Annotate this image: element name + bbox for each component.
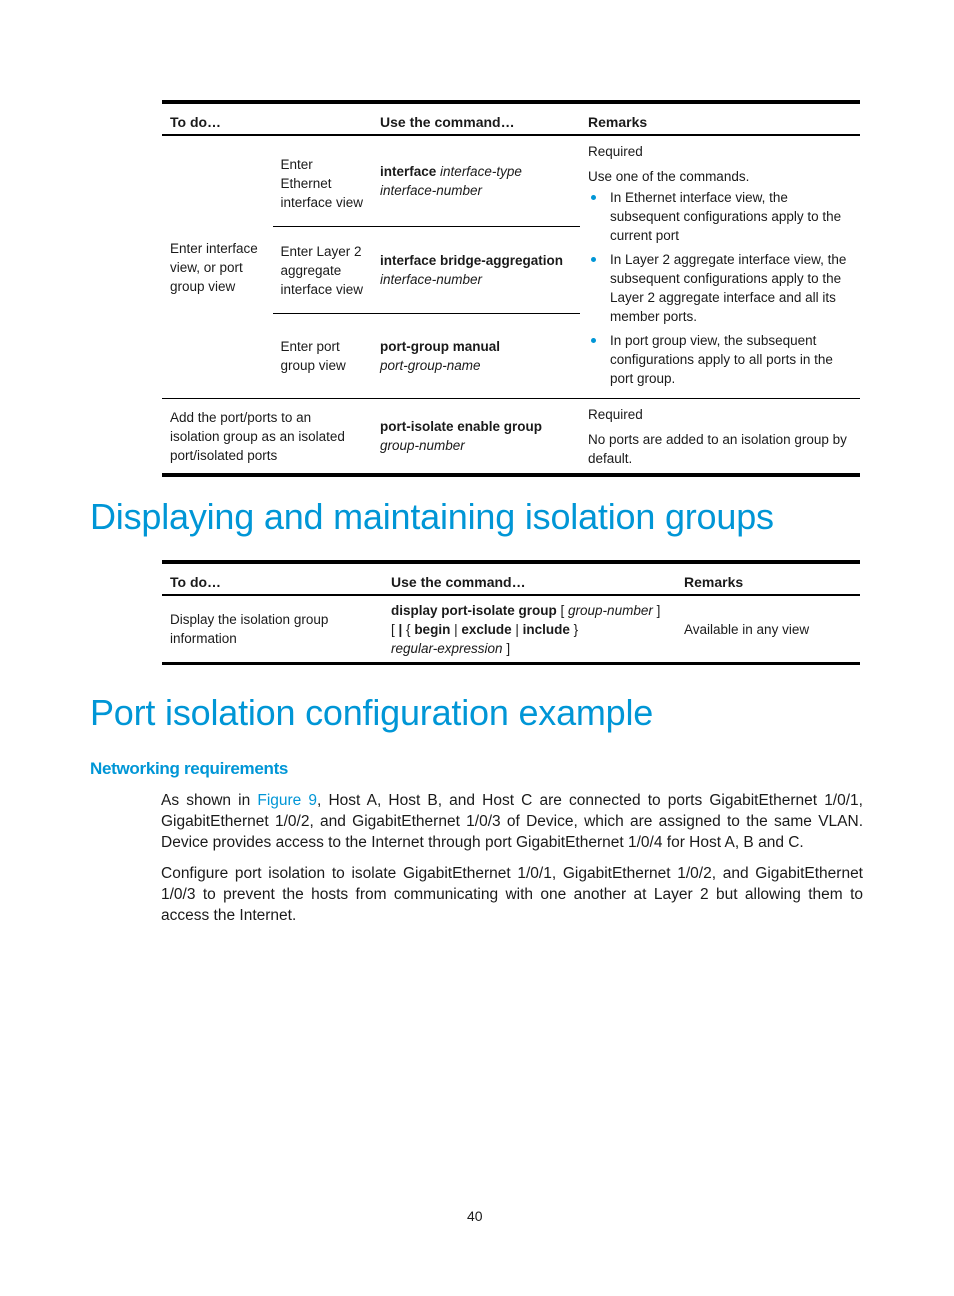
command-syntax: [ xyxy=(391,621,399,637)
group-task-cell: Enter interface view, or port group view xyxy=(170,240,258,294)
remarks-bullet: In Ethernet interface view, the subseque… xyxy=(591,188,852,245)
table-row: Add the port/ports to an isolation group… xyxy=(162,399,860,476)
command-argument: interface-type xyxy=(440,164,522,179)
remarks-cell: Available in any view xyxy=(684,621,810,637)
task-cell: Display the isolation group information xyxy=(170,612,329,646)
remarks-bullet: In Layer 2 aggregate interface view, the… xyxy=(591,250,852,326)
command-syntax: } xyxy=(569,621,579,637)
command-cell: interface interface-type interface-numbe… xyxy=(372,135,580,227)
remarks-required: Required xyxy=(588,406,643,422)
remarks-note: No ports are added to an isolation group… xyxy=(588,431,847,466)
configuration-table: To do… Use the command… Remarks Enter in… xyxy=(162,100,860,477)
command-syntax: | xyxy=(450,621,462,637)
paragraph-configure: Configure port isolation to isolate Giga… xyxy=(161,865,863,924)
command-cell: port-group manual port-group-name xyxy=(372,314,580,399)
command-argument: group-number xyxy=(380,438,465,453)
command-argument: interface-number xyxy=(380,183,483,198)
command-syntax: ] xyxy=(652,602,661,618)
header-todo: To do… xyxy=(170,574,222,590)
header-todo: To do… xyxy=(170,114,222,130)
command-cell: display port-isolate group [ group-numbe… xyxy=(383,595,676,664)
task-cell: Enter Layer 2 aggregate interface view xyxy=(272,226,372,314)
section-heading-display: Displaying and maintaining isolation gro… xyxy=(90,496,774,537)
header-remarks: Remarks xyxy=(588,114,648,130)
paragraph-text: As shown in xyxy=(161,792,258,809)
command-argument: group-number xyxy=(568,602,653,618)
command-argument: regular-expression xyxy=(391,640,503,656)
command-cell: interface bridge-aggregation interface-n… xyxy=(372,226,580,314)
page-number: 40 xyxy=(467,1208,483,1224)
command-argument: interface-number xyxy=(380,272,483,287)
command-keyword: interface xyxy=(380,164,437,179)
command-cell: port-isolate enable group group-number xyxy=(372,399,580,476)
figure-link[interactable]: Figure 9 xyxy=(257,792,317,809)
header-command: Use the command… xyxy=(380,114,515,130)
remarks-bullet-list: In Ethernet interface view, the subseque… xyxy=(588,188,852,388)
display-commands-table: To do… Use the command… Remarks Display … xyxy=(162,560,860,665)
remarks-required: Required xyxy=(588,144,643,159)
header-remarks: Remarks xyxy=(684,574,744,590)
command-syntax: | xyxy=(511,621,523,637)
header-command: Use the command… xyxy=(391,574,526,590)
remarks-note: Use one of the commands. xyxy=(588,169,750,184)
command-keyword: exclude xyxy=(461,621,512,637)
table-row: Display the isolation group information … xyxy=(162,595,860,664)
command-keyword: include xyxy=(522,621,570,637)
remarks-cell: Required Use one of the commands. In Eth… xyxy=(580,135,860,399)
remarks-bullet: In port group view, the subsequent confi… xyxy=(591,331,852,388)
command-keyword: begin xyxy=(414,621,451,637)
task-cell: Enter port group view xyxy=(280,339,346,373)
command-keyword: port-group manual xyxy=(380,339,500,354)
section-heading-example: Port isolation configuration example xyxy=(90,692,654,733)
task-cell: Enter Ethernet interface view xyxy=(272,135,372,227)
remarks-cell: Required No ports are added to an isolat… xyxy=(580,399,860,476)
command-syntax: ] xyxy=(502,640,511,656)
paragraph-networking: As shown in Figure 9, Host A, Host B, an… xyxy=(161,790,863,853)
command-syntax: [ xyxy=(556,602,569,618)
subsection-heading: Networking requirements xyxy=(90,759,289,778)
command-argument: port-group-name xyxy=(380,358,481,373)
command-keyword: display port-isolate group xyxy=(391,602,557,618)
task-cell: Add the port/ports to an isolation group… xyxy=(170,409,345,463)
command-syntax: { xyxy=(402,621,415,637)
table-row: Enter interface view, or port group view… xyxy=(162,135,860,386)
command-keyword: interface bridge-aggregation xyxy=(380,253,564,268)
command-keyword: port-isolate enable group xyxy=(380,419,543,434)
